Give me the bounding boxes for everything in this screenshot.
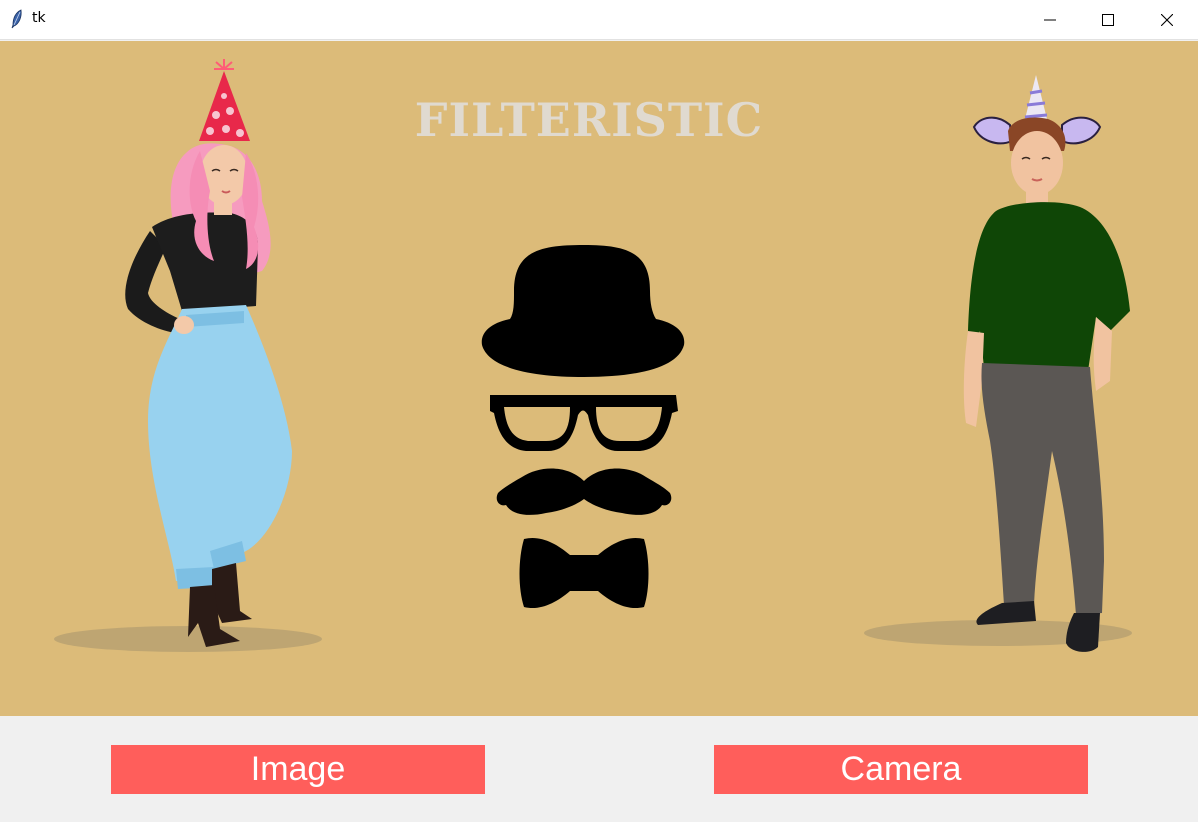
window-title: tk [32,10,46,26]
main-canvas: FILTERISTIC [0,41,1198,716]
window-titlebar: tk [0,0,1198,40]
filter-props-illustration [481,245,685,609]
minimize-icon [1044,19,1056,21]
bowtie-icon [519,537,649,609]
image-button[interactable]: Image [111,745,485,794]
woman-illustration [54,59,322,652]
maximize-button[interactable] [1079,0,1137,40]
feather-icon [11,9,22,29]
minimize-button[interactable] [1021,0,1079,40]
bowler-hat-icon [481,245,685,377]
close-button[interactable] [1138,0,1196,40]
button-bar: Image Camera [0,716,1198,822]
app-title: FILTERISTIC [414,93,764,147]
mustache-icon [496,468,672,515]
man-illustration [864,75,1132,652]
camera-button[interactable]: Camera [714,745,1088,794]
close-icon [1161,14,1173,26]
glasses-icon [490,395,678,451]
maximize-icon [1102,14,1114,26]
